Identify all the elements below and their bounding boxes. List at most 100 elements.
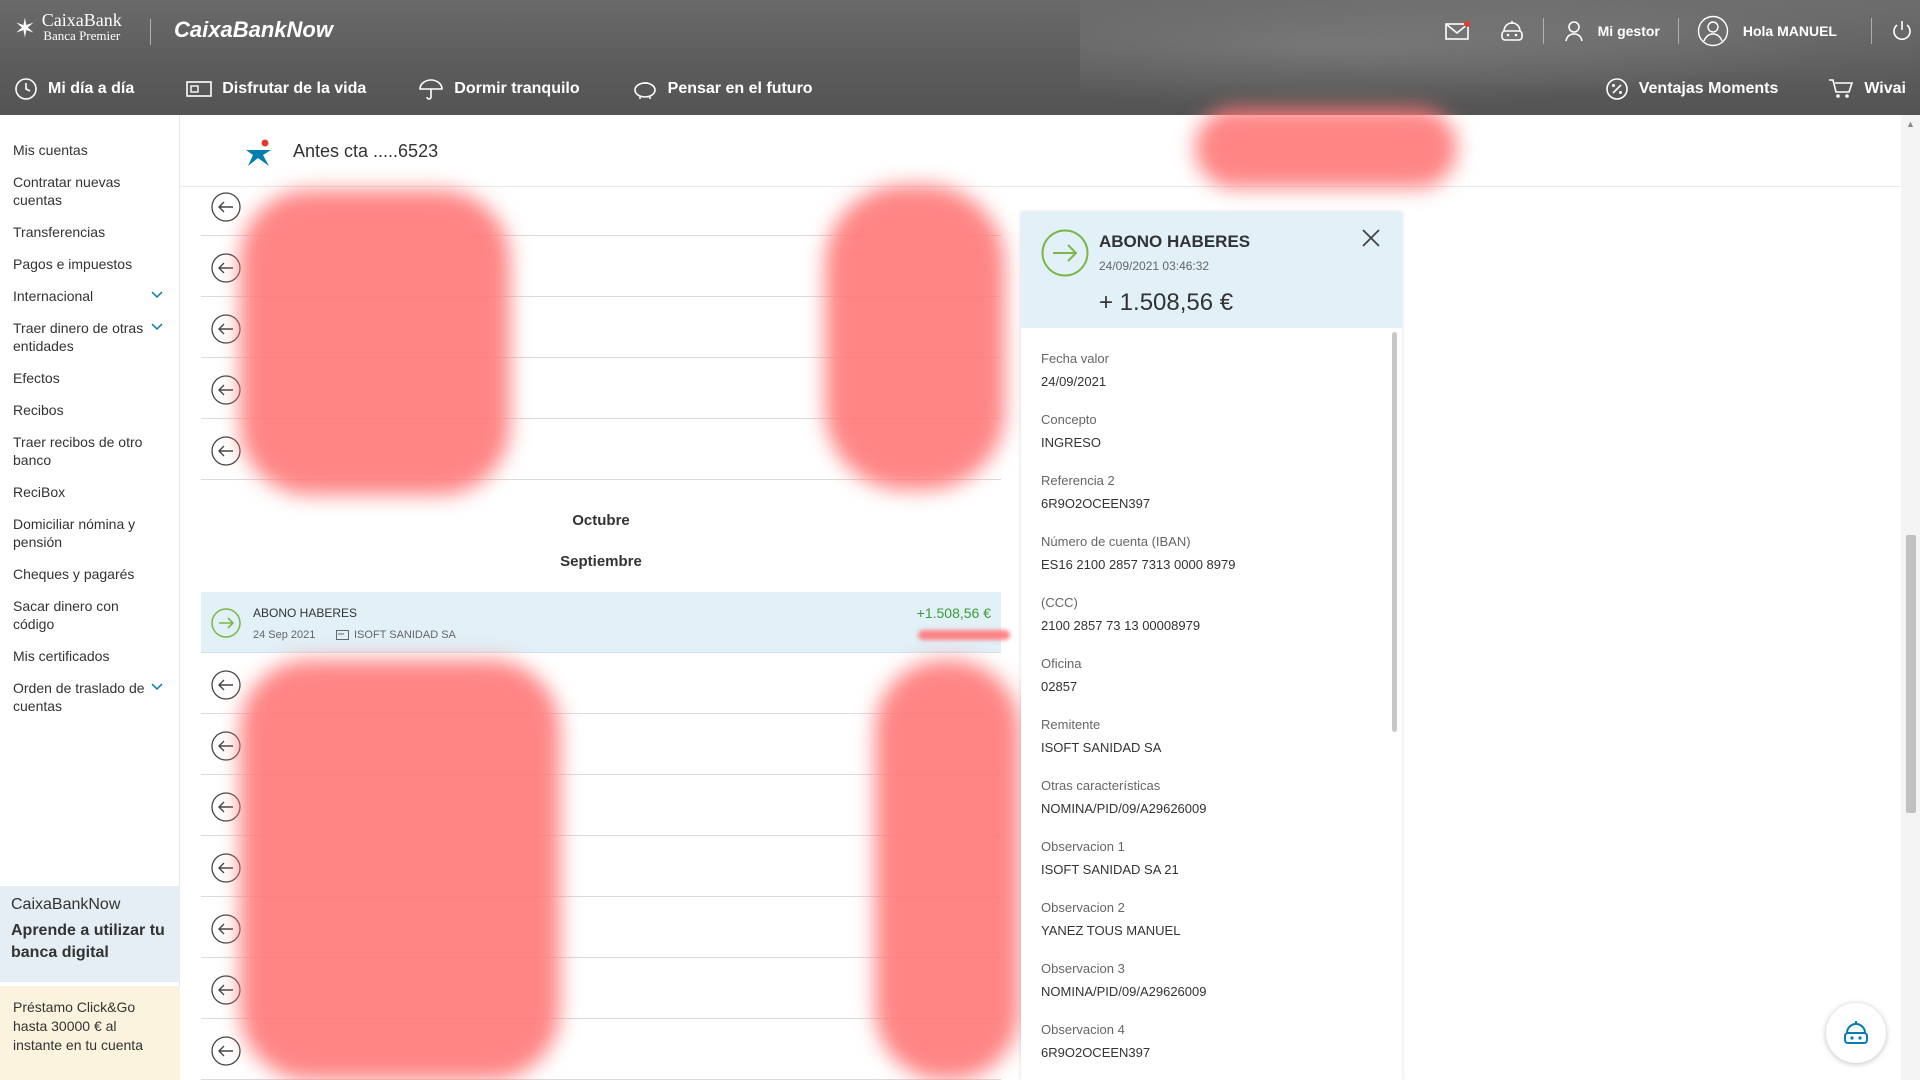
month-header-september: Septiembre: [560, 553, 642, 570]
nav-dormir-tranquilo[interactable]: Dormir tranquilo: [418, 77, 580, 101]
outgoing-arrow-icon: [211, 792, 241, 822]
sidebar-item[interactable]: Sacar dinero con código: [0, 597, 179, 633]
detail-field-label: Número de cuenta (IBAN): [1041, 534, 1191, 549]
detail-title: ABONO HABERES: [1099, 232, 1251, 251]
promo-banner-loan[interactable]: Préstamo Click&Go hasta 30000 € al insta…: [0, 986, 180, 1080]
detail-field-value: 6R9O2OCEEN397: [1041, 496, 1151, 511]
nav-pensar-en-el-futuro[interactable]: Pensar en el futuro: [632, 77, 813, 101]
detail-field-value: ES16 2100 2857 7313 0000 8979: [1041, 557, 1236, 572]
logout-button[interactable]: [1890, 19, 1914, 43]
transaction-amount: +1.508,56 €: [916, 605, 991, 621]
product-title[interactable]: CaixaBankNow: [174, 17, 333, 43]
detail-field: Observacion 3 NOMINA/PID/09/A29626009: [1041, 960, 1371, 1021]
outgoing-arrow-icon: [211, 436, 241, 466]
cart-icon: [1829, 79, 1854, 98]
outgoing-arrow-icon: [211, 1036, 241, 1066]
main-navigation: Mi día a día Disfrutar de la vida Dormir…: [0, 72, 1920, 106]
nav-disfrutar-de-la-vida[interactable]: Disfrutar de la vida: [186, 79, 366, 99]
detail-field: Otras características NOMINA/PID/09/A2962…: [1041, 777, 1371, 838]
mail-icon: [1444, 21, 1470, 40]
month-header-october: Octubre: [572, 512, 630, 529]
sidebar-item[interactable]: Mis cuentas: [0, 141, 179, 159]
incoming-arrow-icon: [1041, 229, 1089, 277]
sidebar-item[interactable]: Efectos: [0, 369, 179, 387]
detail-field: Fecha valor 24/09/2021: [1041, 350, 1371, 411]
promo-banner-digital[interactable]: CaixaBankNow Aprende a utilizar tu banca…: [0, 886, 180, 982]
detail-field-value: 02857: [1041, 679, 1078, 694]
close-icon[interactable]: [1360, 227, 1382, 249]
mail-button[interactable]: [1444, 21, 1471, 41]
sidebar-item-label: Efectos: [13, 370, 60, 386]
detail-field-label: Oficina: [1041, 656, 1082, 671]
detail-field-label: Remitente: [1041, 717, 1101, 732]
sidebar-item[interactable]: Transferencias: [0, 223, 179, 241]
detail-field: Observacion 1 ISOFT SANIDAD SA 21: [1041, 838, 1371, 899]
sidebar-item[interactable]: Mis certificados: [0, 647, 179, 665]
detail-field-label: Concepto: [1041, 412, 1097, 427]
star-logo-icon: ✶: [14, 13, 36, 43]
nav-label: Wivai: [1864, 80, 1906, 97]
redaction: [825, 185, 1005, 490]
sidebar-item-label: Transferencias: [13, 224, 106, 240]
sidebar-item[interactable]: Recibos: [0, 401, 179, 419]
robot-icon: [1500, 21, 1523, 41]
detail-field: Oficina 02857: [1041, 655, 1371, 716]
scroll-up-icon[interactable]: ▲: [1906, 119, 1915, 129]
assistant-chat-button[interactable]: [1826, 1003, 1886, 1063]
outgoing-arrow-icon: [211, 192, 241, 222]
user-menu[interactable]: Hola MANUEL: [1697, 15, 1837, 47]
brand-subtitle: Banca Premier: [43, 28, 121, 43]
sidebar-item-label: Pagos e impuestos: [13, 256, 133, 272]
sidebar-item[interactable]: Domiciliar nómina y pensión: [0, 515, 179, 551]
sidebar-item-label: Internacional: [13, 288, 94, 304]
percent-icon: [1605, 78, 1628, 100]
sidebar-item[interactable]: Traer recibos de otro banco: [0, 433, 179, 469]
scrollbar-thumb[interactable]: [1906, 535, 1916, 813]
tools-divider: [1542, 18, 1544, 44]
sidebar-menu: Mis cuentas Contratar nuevas cuentas Trans…: [0, 115, 179, 715]
nav-wivai[interactable]: Wivai: [1828, 78, 1906, 100]
transaction-title: ABONO HABERES: [253, 606, 358, 620]
brand-name: CaixaBank: [41, 10, 122, 30]
caixabank-logo[interactable]: ✶ CaixaBank Banca Premier: [14, 10, 122, 43]
page-scrollbar[interactable]: ▲: [1901, 115, 1920, 1080]
brand-divider: [150, 19, 151, 45]
sidebar-item[interactable]: Contratar nuevas cuentas: [0, 173, 179, 209]
detail-scrollbar[interactable]: [1392, 332, 1397, 732]
nav-label: Mi día a día: [48, 80, 135, 97]
nav-label: Pensar en el futuro: [667, 80, 813, 97]
detail-field-value: 6R9O2OCEEN397: [1041, 1045, 1151, 1060]
detail-field-value: INGRESO: [1041, 435, 1101, 450]
nav-mi-dia-a-dia[interactable]: Mi día a día: [14, 77, 134, 101]
loan-text: Préstamo Click&Go hasta 30000 € al insta…: [13, 999, 143, 1053]
robot-icon: [1844, 1021, 1868, 1044]
card-icon: [336, 630, 349, 640]
chevron-down-icon[interactable]: [151, 323, 163, 331]
detail-field: Observacion 2 YANEZ TOUS MANUEL: [1041, 899, 1371, 960]
selected-transaction-row[interactable]: ABONO HABERES 24 Sep 2021 ISOFT SANIDAD …: [201, 592, 1001, 653]
sidebar-item[interactable]: Cheques y pagarés: [0, 565, 179, 583]
gestor-icon: [1564, 21, 1583, 42]
sidebar: Mis cuentas Contratar nuevas cuentas Trans…: [0, 115, 180, 1080]
detail-field: Referencia 2 6R9O2OCEEN397: [1041, 472, 1371, 533]
transaction-date: 24 Sep 2021: [253, 629, 316, 641]
detail-field: Observacion 4 6R9O2OCEEN397: [1041, 1021, 1371, 1080]
account-title: Antes cta .....6523: [293, 141, 439, 161]
detail-field-value: NOMINA/PID/09/A29626009: [1041, 801, 1207, 816]
avatar-icon: [1697, 15, 1729, 47]
chevron-down-icon[interactable]: [151, 291, 163, 299]
sidebar-item[interactable]: Traer dinero de otras entidades: [0, 319, 179, 355]
sidebar-item[interactable]: Pagos e impuestos: [0, 255, 179, 273]
assistant-button[interactable]: [1499, 19, 1525, 43]
mi-gestor-label: Mi gestor: [1597, 23, 1660, 39]
chevron-down-icon[interactable]: [151, 683, 163, 691]
detail-field-label: Observacion 2: [1041, 900, 1125, 915]
sidebar-item[interactable]: ReciBox: [0, 483, 179, 501]
redaction: [918, 630, 1010, 640]
sidebar-item[interactable]: Orden de traslado de cuentas: [0, 679, 179, 715]
nav-ventajas-moments[interactable]: Ventajas Moments: [1605, 77, 1779, 101]
mi-gestor-button[interactable]: Mi gestor: [1562, 19, 1660, 43]
detail-field-label: Observacion 1: [1041, 839, 1125, 854]
nav-label: Ventajas Moments: [1638, 80, 1779, 97]
sidebar-item[interactable]: Internacional: [0, 287, 179, 305]
